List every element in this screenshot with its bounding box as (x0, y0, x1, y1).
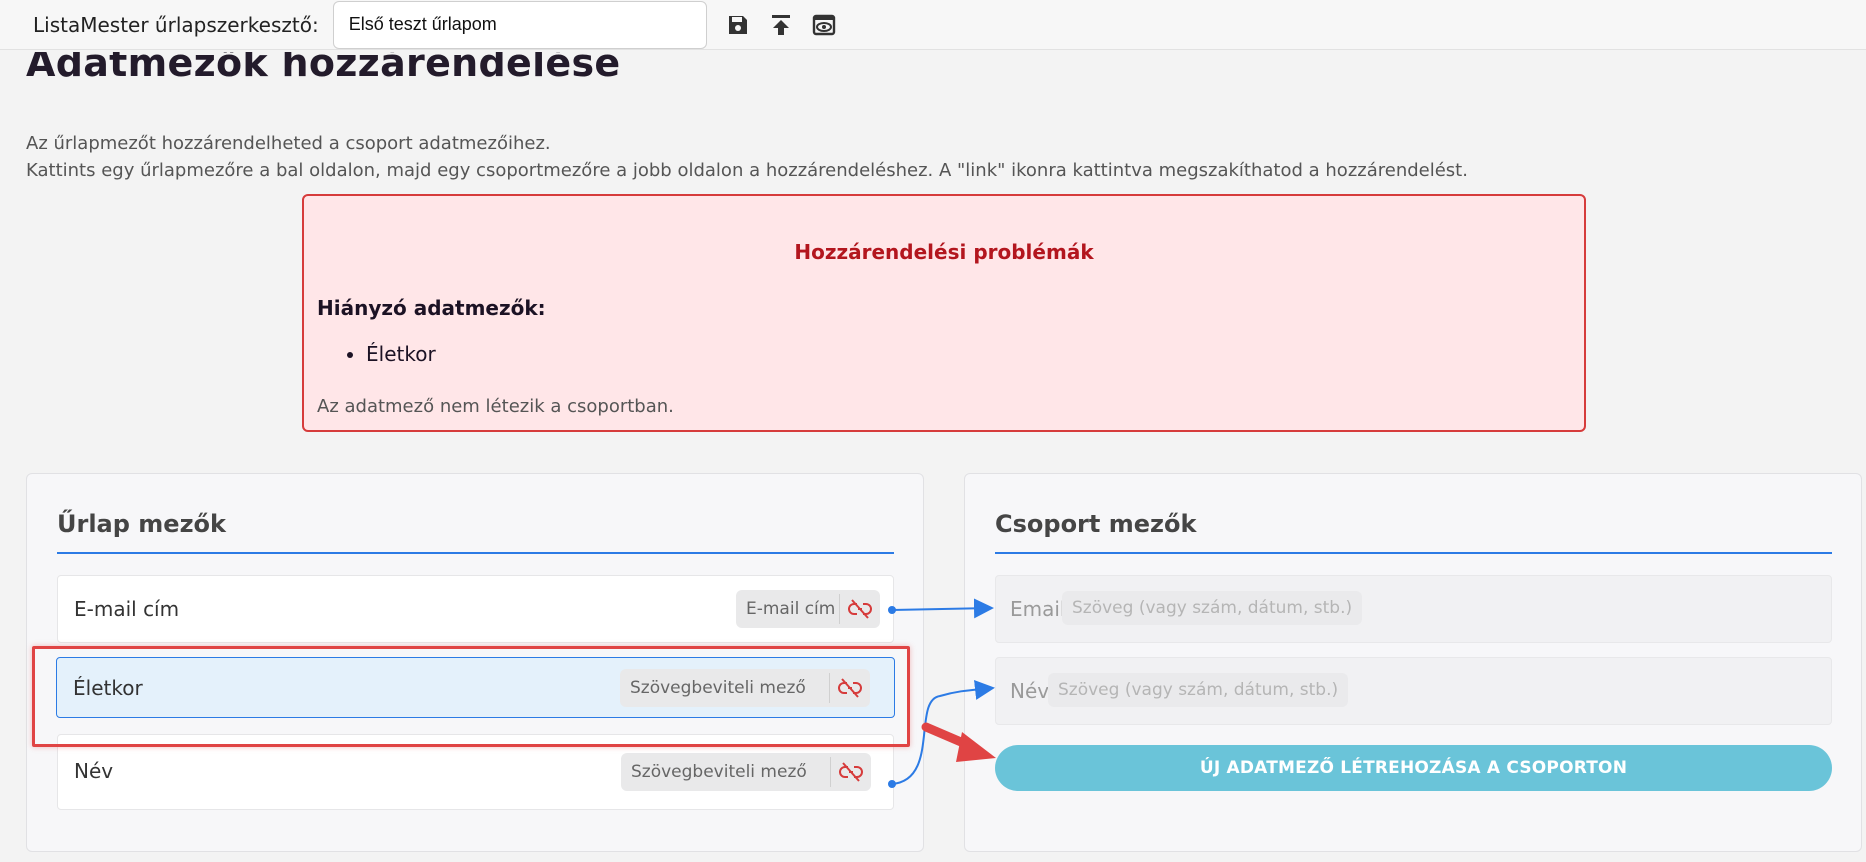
group-fields-panel: Csoport mezők Email Szöveg (vagy szám, d… (964, 473, 1862, 852)
upload-icon[interactable] (767, 11, 795, 39)
form-fields-panel: Űrlap mezők E-mail cím E-mail cím Életko… (26, 473, 924, 852)
form-field-row-eletkor[interactable]: Életkor Szövegbeviteli mező (56, 657, 895, 718)
missing-fields-list: Életkor (346, 342, 436, 366)
unlink-icon[interactable] (840, 590, 880, 628)
app-label: ListaMester űrlapszerkesztő: (33, 12, 319, 37)
form-field-row-email[interactable]: E-mail cím E-mail cím (57, 575, 894, 643)
field-type-pill: Szövegbeviteli mező (621, 753, 871, 791)
field-type-pill: E-mail cím (736, 590, 880, 628)
form-fields-title: Űrlap mezők (57, 510, 226, 538)
group-field-type: Szöveg (vagy szám, dátum, stb.) (1062, 591, 1363, 625)
error-subtitle: Hiányzó adatmezők: (317, 296, 546, 320)
group-field-row-email[interactable]: Email Szöveg (vagy szám, dátum, stb.) (995, 575, 1832, 643)
field-type-label: Szövegbeviteli mező (630, 678, 806, 698)
save-icon[interactable] (724, 11, 752, 39)
group-field-row-nev[interactable]: Név Szöveg (vagy szám, dátum, stb.) (995, 657, 1832, 725)
unlink-icon[interactable] (830, 669, 870, 707)
create-group-field-button[interactable]: ÚJ ADATMEZŐ LÉTREHOZÁSA A CSOPORTON (995, 745, 1832, 791)
mapping-error-alert: Hozzárendelési problémák Hiányzó adatmez… (302, 194, 1586, 432)
form-field-row-nev[interactable]: Név Szövegbeviteli mező (57, 734, 894, 810)
form-field-label: Név (74, 759, 114, 783)
title-divider (57, 552, 894, 554)
group-field-label: Email (1010, 597, 1066, 621)
error-note: Az adatmező nem létezik a csoportban. (317, 396, 674, 417)
form-field-label: Életkor (73, 676, 143, 700)
form-title-input[interactable] (332, 0, 707, 49)
group-fields-title: Csoport mezők (995, 510, 1197, 538)
unlink-icon[interactable] (831, 753, 871, 791)
title-divider (995, 552, 1832, 554)
field-type-pill: Szövegbeviteli mező (620, 669, 870, 707)
preview-eye-icon[interactable] (810, 11, 838, 39)
intro-line-2: Kattints egy űrlapmezőre a bal oldalon, … (26, 160, 1468, 181)
field-type-label: E-mail cím (746, 599, 836, 619)
form-field-label: E-mail cím (74, 597, 180, 621)
list-item: Életkor (366, 342, 436, 366)
toolbar: ListaMester űrlapszerkesztő: (0, 0, 1866, 50)
intro-line-1: Az űrlapmezőt hozzárendelheted a csoport… (26, 133, 551, 154)
field-type-label: Szövegbeviteli mező (631, 762, 807, 782)
intro-text: Az űrlapmezőt hozzárendelheted a csoport… (26, 130, 1468, 184)
group-field-type: Szöveg (vagy szám, dátum, stb.) (1048, 673, 1349, 707)
group-field-label: Név (1010, 679, 1050, 703)
error-title: Hozzárendelési problémák (794, 240, 1094, 264)
